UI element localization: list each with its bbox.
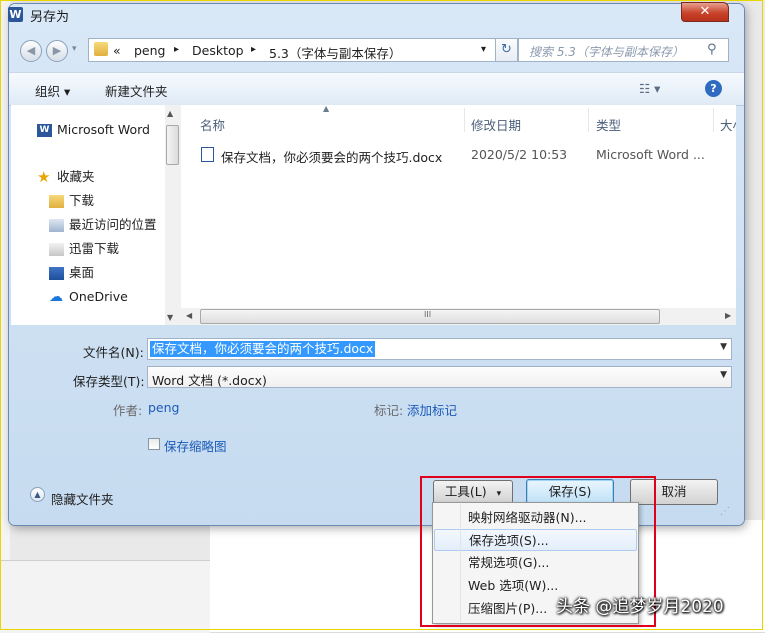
watermark-text: 头条 @追梦岁月2020 xyxy=(556,597,724,617)
image-frame xyxy=(0,0,763,630)
